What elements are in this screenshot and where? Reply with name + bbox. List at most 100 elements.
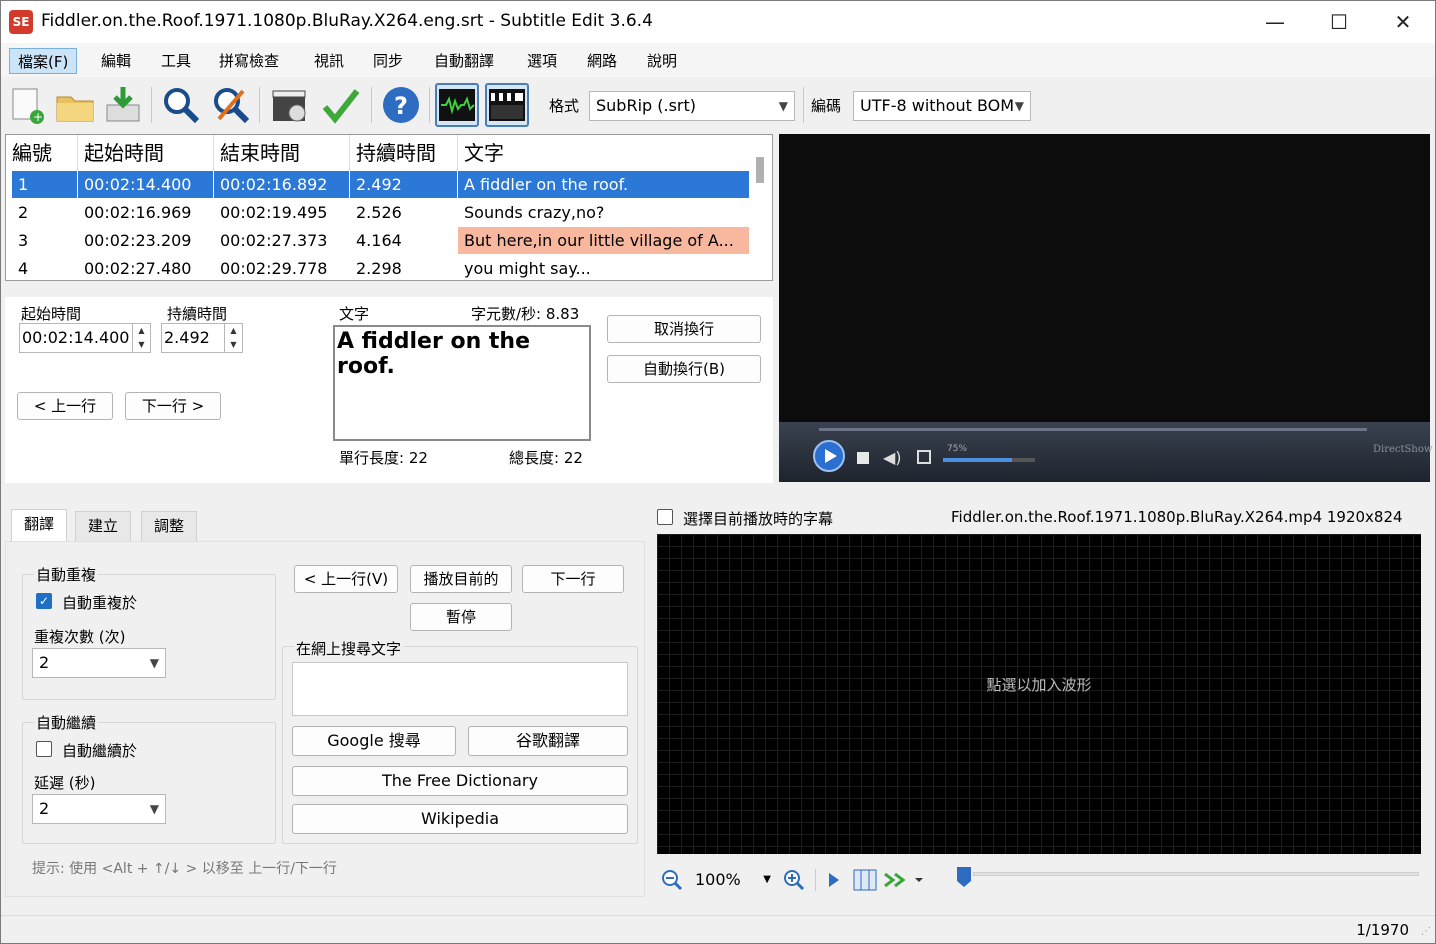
volume-icon[interactable]: ◀) bbox=[883, 448, 902, 467]
subtitle-list[interactable]: 編號 起始時間 結束時間 持續時間 文字 1 00:02:14.400 00:0… bbox=[5, 134, 773, 281]
open-folder-icon[interactable] bbox=[53, 83, 97, 127]
delay-select[interactable]: 2 ▼ bbox=[32, 794, 166, 824]
zoom-out-icon[interactable] bbox=[661, 869, 683, 891]
close-button[interactable]: ✕ bbox=[1371, 1, 1435, 43]
repeat-count-select[interactable]: 2 ▼ bbox=[32, 648, 166, 678]
free-dictionary-button[interactable]: The Free Dictionary bbox=[292, 766, 628, 796]
select-current-checkbox[interactable] bbox=[657, 509, 673, 525]
start-time-input[interactable]: 00:02:14.400 ▲ ▼ bbox=[19, 323, 151, 353]
chevron-down-icon: ▼ bbox=[1014, 99, 1024, 113]
waveform-panel[interactable]: 點選以加入波形 bbox=[657, 534, 1421, 854]
stop-icon[interactable] bbox=[857, 452, 869, 464]
cell-number: 2 bbox=[12, 199, 78, 226]
chevron-down-icon: ▼ bbox=[149, 802, 159, 816]
play-current-button[interactable]: 播放目前的 bbox=[410, 565, 512, 593]
google-translate-button[interactable]: 谷歌翻譯 bbox=[468, 726, 628, 756]
menu-sync[interactable]: 同步 bbox=[365, 48, 411, 74]
auto-continue-checkbox[interactable] bbox=[36, 741, 52, 757]
format-select[interactable]: SubRip (.srt) ▼ bbox=[589, 91, 795, 121]
chevron-down-icon: ▼ bbox=[149, 656, 159, 670]
minimize-button[interactable]: — bbox=[1243, 1, 1307, 43]
cell-number: 4 bbox=[12, 255, 78, 280]
tab-create[interactable]: 建立 bbox=[75, 511, 132, 541]
table-row[interactable]: 1 00:02:14.400 00:02:16.892 2.492 A fidd… bbox=[12, 171, 750, 198]
translate-next-button[interactable]: 下一行 bbox=[522, 565, 624, 593]
encoding-select[interactable]: UTF-8 without BOM ▼ bbox=[853, 91, 1031, 121]
spinner-icon[interactable]: ▲ ▼ bbox=[224, 324, 242, 352]
table-row[interactable]: 3 00:02:23.209 00:02:27.373 4.164 But he… bbox=[12, 227, 750, 254]
col-header-duration[interactable]: 持續時間 bbox=[350, 135, 458, 171]
fullscreen-icon[interactable] bbox=[917, 450, 931, 464]
list-scrollbar[interactable] bbox=[756, 157, 764, 183]
auto-continue-title: 自動繼續 bbox=[34, 712, 99, 733]
subtitle-text-input[interactable]: A fiddler on the roof. bbox=[333, 325, 591, 441]
resize-grip-icon[interactable]: ⋰ bbox=[1421, 926, 1431, 937]
chevron-down-icon: ▼ bbox=[778, 99, 788, 113]
delay-value: 2 bbox=[39, 799, 50, 818]
cell-text: Sounds crazy,no? bbox=[458, 199, 750, 226]
position-slider-track[interactable] bbox=[973, 872, 1419, 876]
web-search-input[interactable] bbox=[292, 662, 628, 716]
repeat-count-label: 重複次數 (次) bbox=[34, 628, 126, 646]
waveform-placeholder: 點選以加入波形 bbox=[986, 676, 1092, 694]
menu-video[interactable]: 視訊 bbox=[306, 48, 352, 74]
tab-adjust[interactable]: 調整 bbox=[141, 511, 198, 541]
menu-tools[interactable]: 工具 bbox=[153, 48, 199, 74]
engine-label: DirectShow bbox=[1373, 444, 1433, 455]
cell-start: 00:02:16.969 bbox=[78, 199, 214, 226]
table-row[interactable]: 2 00:02:16.969 00:02:19.495 2.526 Sounds… bbox=[12, 199, 750, 226]
volume-slider[interactable] bbox=[943, 458, 1035, 462]
next-line-button[interactable]: 下一行 > bbox=[125, 392, 221, 420]
save-download-icon[interactable] bbox=[101, 83, 145, 127]
search-icon[interactable] bbox=[159, 83, 203, 127]
more-actions-icon[interactable] bbox=[883, 869, 927, 891]
maximize-button[interactable]: ☐ bbox=[1307, 1, 1371, 43]
line-position: 1/1970 bbox=[1356, 921, 1409, 939]
autobreak-button[interactable]: 自動換行(B) bbox=[607, 355, 761, 383]
cell-text: A fiddler on the roof. bbox=[458, 171, 750, 198]
play-button[interactable] bbox=[813, 440, 845, 472]
col-header-end[interactable]: 結束時間 bbox=[214, 135, 350, 171]
wikipedia-button[interactable]: Wikipedia bbox=[292, 804, 628, 834]
single-line-length: 單行長度: 22 bbox=[339, 449, 428, 467]
position-slider-thumb[interactable] bbox=[955, 865, 973, 889]
video-seek-bar[interactable] bbox=[819, 428, 1367, 431]
prev-line-button[interactable]: < 上一行 bbox=[17, 392, 113, 420]
pause-button[interactable]: 暫停 bbox=[410, 603, 512, 631]
format-label: 格式 bbox=[549, 97, 580, 115]
tab-translate[interactable]: 翻譯 bbox=[11, 509, 68, 541]
unbreak-button[interactable]: 取消換行 bbox=[607, 315, 761, 343]
spinner-icon[interactable]: ▲ ▼ bbox=[132, 324, 150, 352]
auto-repeat-checkbox[interactable]: ✓ bbox=[36, 593, 52, 609]
play-waveform-icon[interactable] bbox=[825, 871, 843, 889]
video-toggle-icon[interactable] bbox=[485, 83, 529, 127]
select-current-label: 選擇目前播放時的字幕 bbox=[683, 510, 834, 528]
zoom-in-icon[interactable] bbox=[783, 869, 805, 891]
col-header-start[interactable]: 起始時間 bbox=[78, 135, 214, 171]
video-info: Fiddler.on.the.Roof.1971.1080p.BluRay.X2… bbox=[951, 508, 1403, 526]
waveform-toggle-icon[interactable] bbox=[435, 83, 479, 127]
visual-sync-icon[interactable] bbox=[267, 83, 311, 127]
help-icon[interactable]: ? bbox=[379, 83, 423, 127]
zoom-select[interactable]: 100% ▼ bbox=[689, 867, 777, 893]
google-search-button[interactable]: Google 搜尋 bbox=[292, 726, 456, 756]
duration-input[interactable]: 2.492 ▲ ▼ bbox=[161, 323, 243, 353]
menu-autotranslate[interactable]: 自動翻譯 bbox=[426, 48, 502, 74]
menu-help[interactable]: 說明 bbox=[639, 48, 685, 74]
table-row[interactable]: 4 00:02:27.480 00:02:29.778 2.298 you mi… bbox=[12, 255, 750, 280]
translate-prev-button[interactable]: < 上一行(V) bbox=[294, 565, 398, 593]
spellcheck-icon[interactable] bbox=[319, 83, 363, 127]
new-file-icon[interactable]: + bbox=[5, 83, 49, 127]
menu-options[interactable]: 選項 bbox=[519, 48, 565, 74]
menu-network[interactable]: 網路 bbox=[579, 48, 625, 74]
cell-end: 00:02:19.495 bbox=[214, 199, 350, 226]
window-title: Fiddler.on.the.Roof.1971.1080p.BluRay.X2… bbox=[41, 11, 653, 31]
svg-text:+: + bbox=[33, 110, 43, 124]
col-header-text[interactable]: 文字 bbox=[458, 135, 750, 171]
replace-icon[interactable] bbox=[209, 83, 253, 127]
split-icon[interactable] bbox=[853, 869, 877, 891]
menu-spellcheck[interactable]: 拼寫檢查 bbox=[211, 48, 287, 74]
col-header-number[interactable]: 編號 bbox=[6, 135, 78, 171]
menu-edit[interactable]: 編輯 bbox=[93, 48, 139, 74]
menu-file[interactable]: 檔案(F) bbox=[9, 48, 78, 74]
